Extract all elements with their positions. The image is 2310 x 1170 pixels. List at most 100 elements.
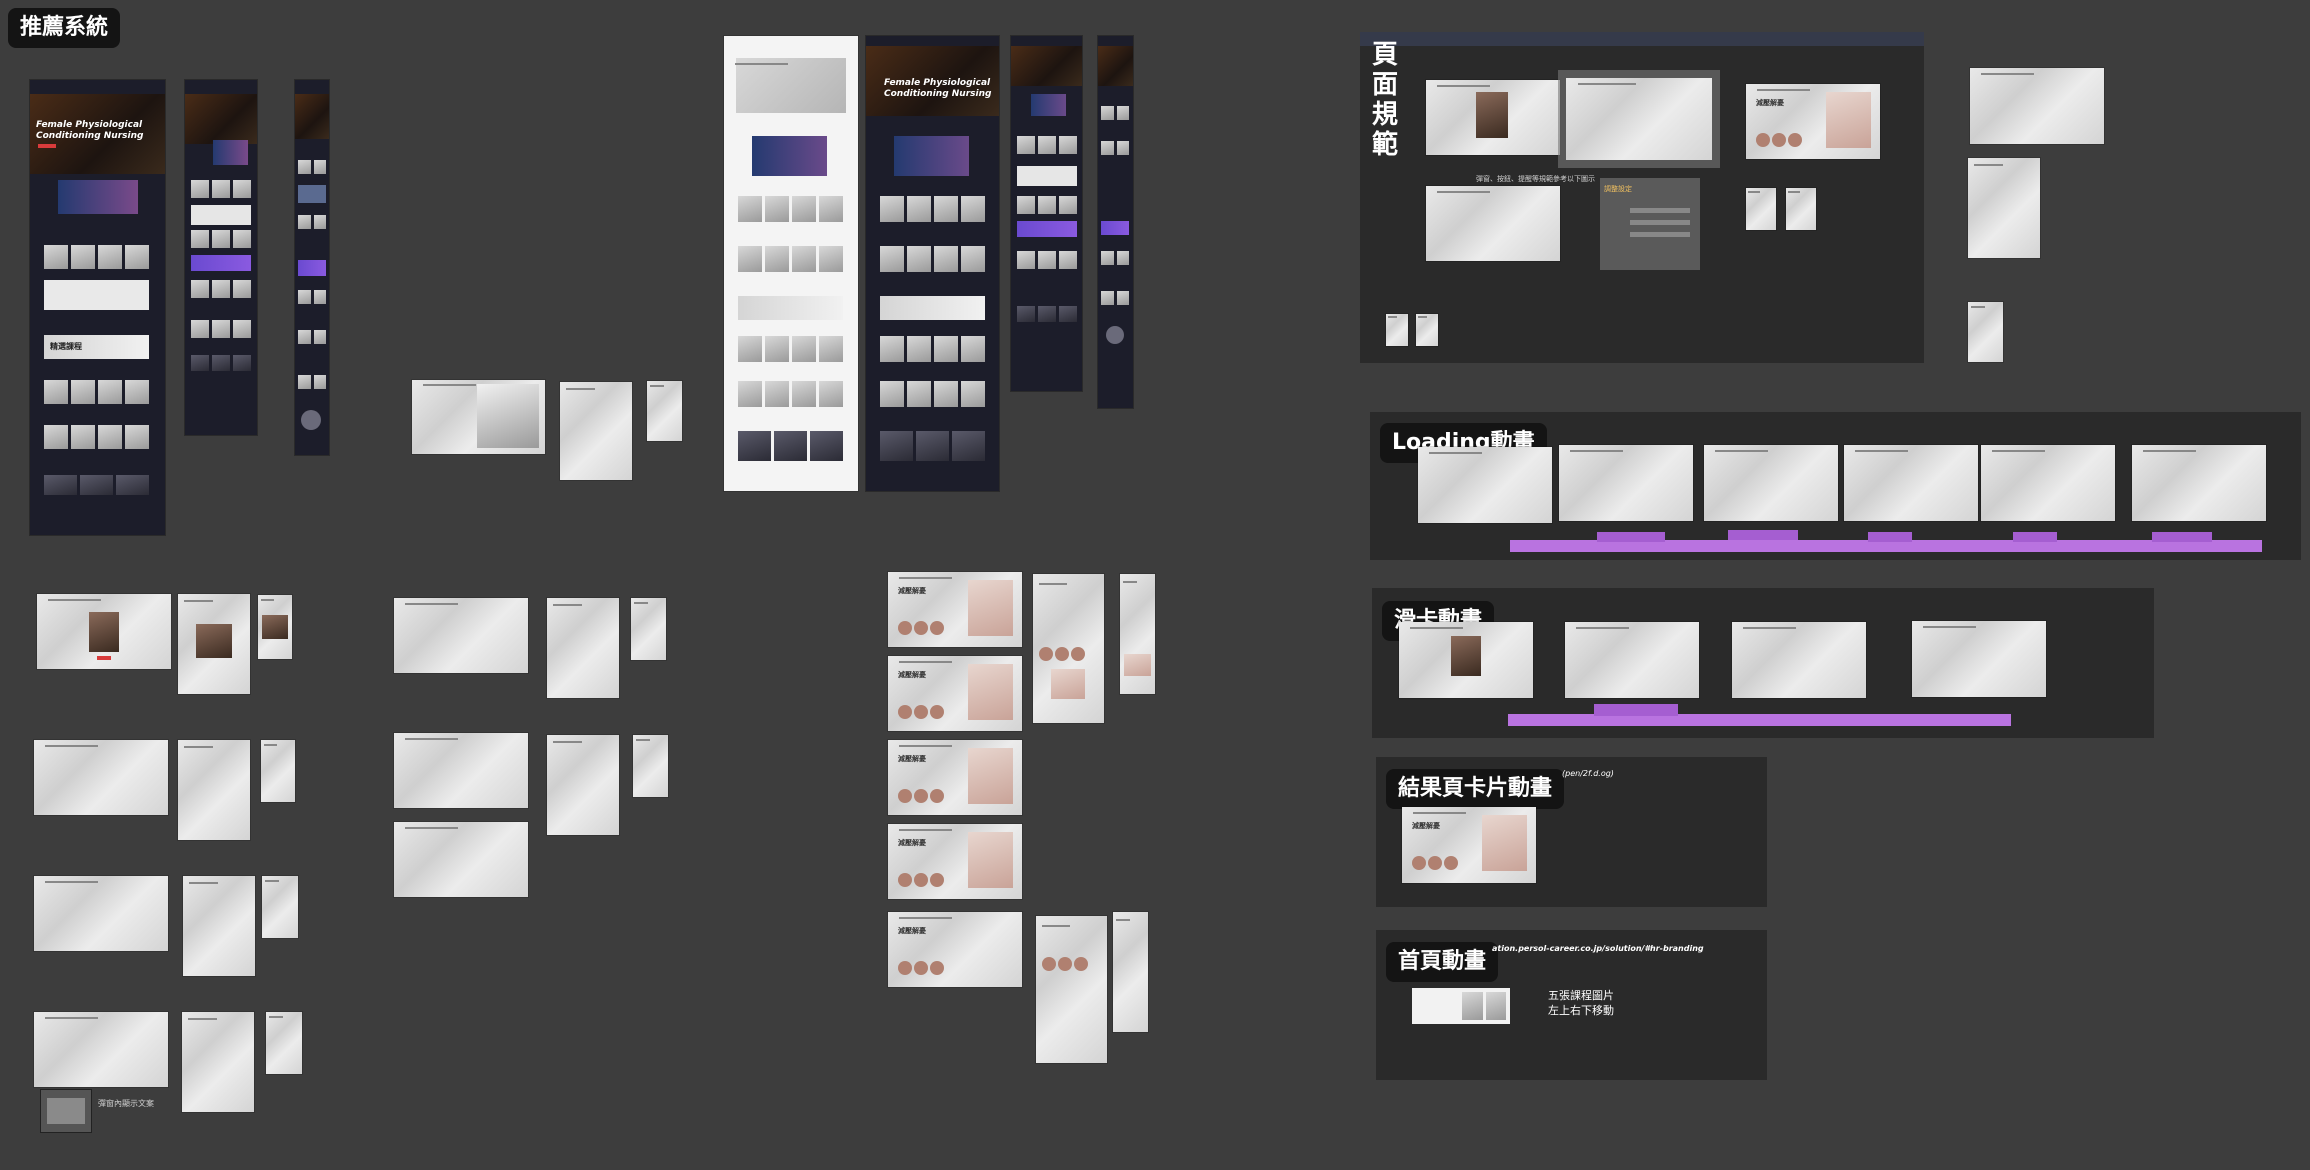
result-card-preview-avatars: [1412, 855, 1460, 874]
spec-setting-row-2[interactable]: [1630, 220, 1690, 225]
loading-step-5[interactable]: [1981, 445, 2115, 521]
purple-card-mobile: [298, 260, 326, 276]
home-anim-preview[interactable]: [1412, 988, 1510, 1024]
result-card-link[interactable]: (pen/2f.d.og): [1562, 769, 1614, 778]
page-spec-panel: 頁 面 規 範 減壓解憂 彈窗、按鈕、提醒等規範參考以下圖示 調整設定: [1360, 32, 1924, 363]
swipe-frame-desktop-2[interactable]: [394, 822, 528, 897]
page-frame-desktop-dark[interactable]: Female Physiological Conditioning Nursing: [866, 36, 999, 491]
loading-frame-mobile[interactable]: [631, 598, 666, 660]
purple-card-tablet-dark: [1017, 221, 1077, 237]
spec-frame-result[interactable]: 減壓解憂: [1746, 84, 1880, 159]
hero-light: [736, 58, 846, 113]
result-frame-5[interactable]: 減壓解憂: [888, 912, 1022, 987]
swipe-step-3[interactable]: [1732, 622, 1866, 698]
home-anim-desc-1: 五張課程圖片: [1548, 989, 1614, 1002]
quiz-frame-mobile-4[interactable]: [266, 1012, 302, 1074]
result-frame-mobile[interactable]: [1120, 574, 1155, 694]
loading-step-6[interactable]: [2132, 445, 2266, 521]
teacher-row: [44, 475, 149, 495]
spec-frame-highlight[interactable]: [1566, 78, 1712, 160]
swipe-timeline-bar: [1508, 714, 2011, 726]
avatar-row-2: [898, 704, 946, 723]
spec-tiny-card-1[interactable]: [1386, 314, 1408, 346]
thumb-row-light-2: [738, 246, 843, 272]
result-frame-3[interactable]: 減壓解憂: [888, 740, 1022, 815]
result-card-image-2: [968, 664, 1013, 720]
page-frame-mobile-dark[interactable]: [1098, 36, 1133, 408]
result-card-preview[interactable]: 減壓解憂: [1402, 807, 1536, 883]
swipe-frame-desktop[interactable]: [394, 733, 528, 808]
result-frame-2[interactable]: 減壓解憂: [888, 656, 1022, 731]
result-frame-mobile-2[interactable]: [1113, 912, 1148, 1032]
swipe-step-4[interactable]: [1912, 621, 2046, 697]
page-frame-tablet-home[interactable]: [185, 80, 257, 435]
section-label-result-card[interactable]: 結果頁卡片動畫: [1386, 769, 1565, 809]
spec-tiny-card-2[interactable]: [1416, 314, 1438, 346]
result-card-image: [968, 580, 1013, 636]
thumb-row-light: [738, 196, 843, 222]
result-title-5: 減壓解憂: [898, 927, 926, 935]
swipe-step-2[interactable]: [1565, 622, 1699, 698]
popup-frame-desktop[interactable]: [412, 380, 545, 454]
spec-setting-row-3[interactable]: [1630, 232, 1690, 237]
hero-title-dark: Female Physiological Conditioning Nursing: [884, 78, 992, 99]
popup-frame-mobile[interactable]: [647, 381, 682, 441]
quiz-frame-tablet-1[interactable]: [178, 594, 250, 694]
loading-frame-desktop[interactable]: [394, 598, 528, 673]
avatar-row: [898, 620, 946, 639]
popup-preview-inner: [47, 1098, 85, 1124]
spec-setting-row-1[interactable]: [1630, 208, 1690, 213]
quiz-frame-desktop-2[interactable]: [34, 740, 168, 815]
spec-mini-card-1[interactable]: [1746, 188, 1776, 230]
quiz-frame-mobile-3[interactable]: [262, 876, 298, 938]
spec-mini-card-2[interactable]: [1786, 188, 1816, 230]
page-frame-desktop-light[interactable]: [724, 36, 858, 491]
result-frame-tablet-2[interactable]: [1036, 916, 1107, 1063]
purple-card-mobile-dark: [1101, 221, 1129, 235]
extra-frame-tablet[interactable]: [1968, 158, 2040, 258]
hero-cta-button[interactable]: [38, 144, 56, 148]
quiz-frame-mobile-1[interactable]: [258, 595, 292, 659]
quiz-frame-desktop-3[interactable]: [34, 876, 168, 951]
thumb-row-dark-3: [880, 336, 985, 362]
quiz-frame-desktop-4[interactable]: [34, 1012, 168, 1087]
thumb-row-tablet-4: [191, 320, 251, 338]
purple-card-tablet: [191, 255, 251, 271]
quiz-frame-mobile-2[interactable]: [261, 740, 295, 802]
thumb-row-dark: [880, 196, 985, 222]
quiz-frame-tablet-2[interactable]: [178, 740, 250, 840]
result-frame-1[interactable]: 減壓解憂: [888, 572, 1022, 647]
swipe-step-1[interactable]: [1399, 622, 1533, 698]
banner-tablet-dark: [1031, 94, 1066, 116]
section-label-recommend-system[interactable]: 推薦系統: [8, 8, 121, 48]
result-frame-4[interactable]: 減壓解憂: [888, 824, 1022, 899]
section-label-home-anim[interactable]: 首頁動畫: [1386, 942, 1499, 982]
quiz-frame-tablet-3[interactable]: [183, 876, 255, 976]
quiz-image-tablet: [196, 624, 232, 658]
loading-frame-tablet[interactable]: [547, 598, 619, 698]
page-frame-tablet-dark[interactable]: [1011, 36, 1082, 391]
extra-frame-mobile[interactable]: [1968, 302, 2003, 362]
quiz-frame-desktop-1[interactable]: [37, 594, 171, 669]
loading-step-4[interactable]: [1844, 445, 1978, 521]
loading-step-3[interactable]: [1704, 445, 1838, 521]
teacher-row-dark: [880, 431, 985, 461]
result-frame-tablet[interactable]: [1033, 574, 1104, 723]
loading-step-1[interactable]: [1418, 447, 1552, 523]
swipe-frame-tablet[interactable]: [547, 735, 619, 835]
page-frame-mobile-home[interactable]: [295, 80, 329, 455]
popup-image-grid: [477, 384, 539, 448]
page-frame-desktop-home[interactable]: Female Physiological Conditioning Nursing…: [30, 80, 165, 535]
quiz-frame-tablet-4[interactable]: [182, 1012, 254, 1112]
popup-frame-tablet[interactable]: [560, 382, 632, 480]
spec-frame-form[interactable]: [1426, 186, 1560, 261]
spec-frame-popup[interactable]: [1426, 80, 1560, 155]
popup-preview-thumb[interactable]: [41, 1090, 91, 1132]
popup-note: 彈窗內顯示文案: [98, 1099, 154, 1108]
home-anim-url[interactable]: ation.persol-career.co.jp/solution/#hr-b…: [1492, 944, 1704, 953]
loading-step-2[interactable]: [1559, 445, 1693, 521]
swipe-frame-mobile[interactable]: [633, 735, 668, 797]
spec-settings-panel[interactable]: 調整設定: [1600, 178, 1700, 270]
quiz-next-button[interactable]: [97, 656, 111, 660]
extra-frame-desktop[interactable]: [1970, 68, 2104, 144]
